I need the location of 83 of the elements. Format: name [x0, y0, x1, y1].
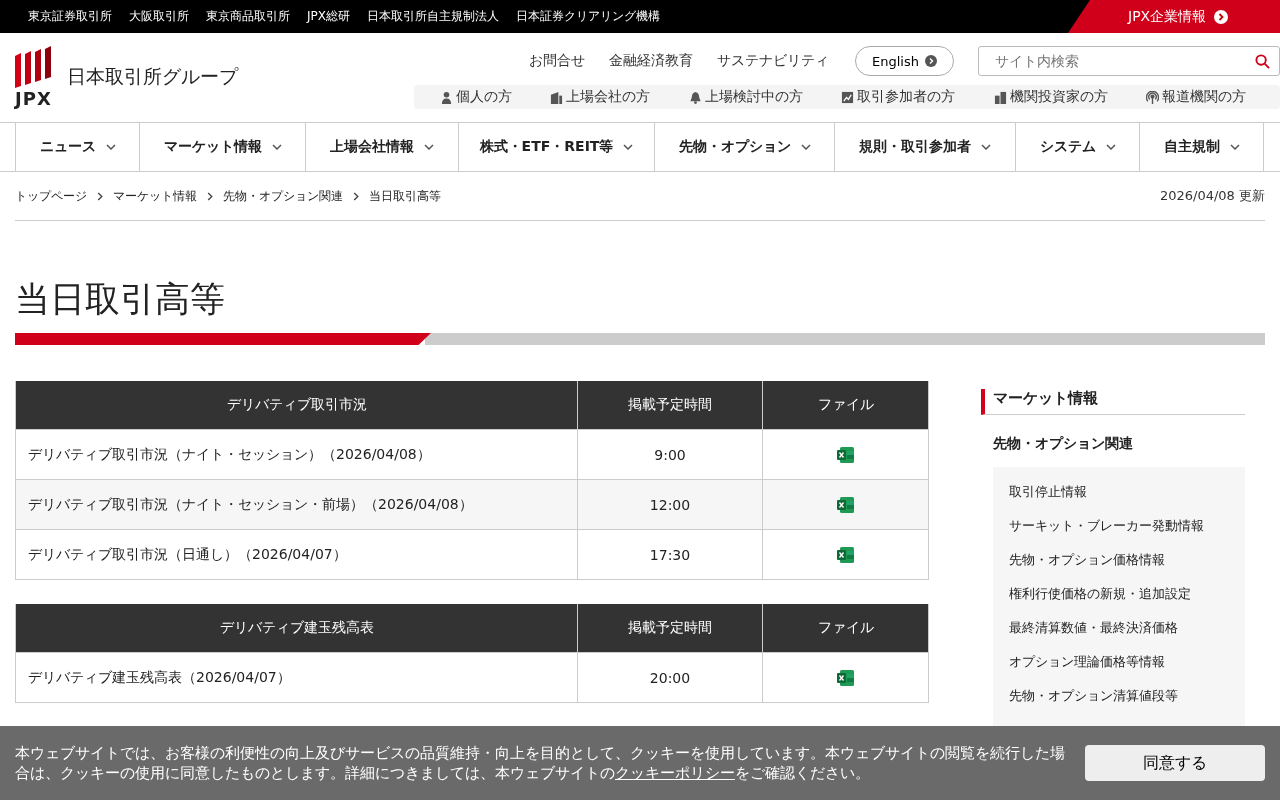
cookie-notice-text: 本ウェブサイトでは、お客様の利便性の向上及びサービスの品質維持・向上を目的として、クッキーを使用しています。本ウェブサイトの閲覧を続行した場合は、クッキーの使用に同意したものとします。詳細につきましては、本ウェブサイトのクッキーポリシーをご確認ください。	[15, 743, 1065, 783]
column-header: ファイル	[762, 604, 929, 653]
chevron-right-icon	[97, 191, 103, 201]
person-icon	[440, 90, 453, 104]
chevron-right-icon	[207, 191, 213, 201]
top-link[interactable]: 東京商品取引所	[206, 8, 290, 25]
top-link[interactable]: 大阪取引所	[129, 8, 189, 25]
nav-menu-item[interactable]: 上場会社情報	[305, 123, 458, 171]
table-cell: デリバティブ取引市況（ナイト・セッション）（2026/04/08）	[15, 429, 578, 480]
caret-icon	[1105, 144, 1116, 150]
chevron-circle-icon	[1214, 9, 1229, 24]
updated-date: 2026/04/08 更新	[1159, 187, 1265, 205]
search-field[interactable]: サイト内検索	[978, 46, 1280, 76]
column-header: 掲載予定時間	[577, 381, 763, 430]
audience-link[interactable]: 取引参加者の方	[841, 88, 956, 106]
spreadsheet-file-icon[interactable]	[836, 668, 855, 687]
chart-icon	[841, 90, 855, 104]
audience-link[interactable]: 上場会社の方	[550, 88, 651, 106]
signal-icon	[1145, 90, 1159, 104]
search-icon	[1255, 54, 1270, 69]
table-cell: デリバティブ取引市況（ナイト・セッション・前場）（2026/04/08）	[15, 479, 578, 530]
top-link[interactable]: JPX総研	[307, 8, 350, 25]
audience-link[interactable]: 個人の方	[440, 88, 512, 106]
table-cell: デリバティブ取引市況（日通し）（2026/04/07）	[15, 529, 578, 580]
sidebar-item[interactable]: 先物・オプション価格情報	[1009, 543, 1229, 577]
spreadsheet-file-icon[interactable]	[836, 495, 855, 514]
bell-icon	[688, 90, 702, 104]
audience-link[interactable]: 機関投資家の方	[993, 88, 1108, 106]
top-link[interactable]: 日本証券クリアリング機構	[516, 8, 660, 25]
caret-icon	[800, 144, 811, 150]
building-icon	[550, 90, 564, 104]
caret-icon	[623, 144, 634, 150]
sidebar-heading: マーケット情報	[981, 389, 1245, 415]
utility-link[interactable]: 金融経済教育	[609, 52, 694, 70]
breadcrumb-link[interactable]: マーケット情報	[113, 187, 197, 205]
logo-text: JPX	[15, 90, 52, 108]
agree-button[interactable]: 同意する	[1085, 745, 1265, 781]
nav-menu-item[interactable]: システム	[1015, 123, 1139, 171]
nav-menu-item[interactable]: 自主規制	[1139, 123, 1264, 171]
column-header: デリバティブ建玉残高表	[15, 604, 578, 653]
chevron-circle-icon	[925, 55, 937, 67]
sidebar-item[interactable]: 先物・オプション清算値段等	[1009, 679, 1229, 713]
spreadsheet-file-icon[interactable]	[836, 445, 855, 464]
sidebar-item[interactable]: 権利行使価格の新規・追加設定	[1009, 577, 1229, 611]
caret-icon	[105, 144, 116, 150]
spreadsheet-file-icon[interactable]	[836, 545, 855, 564]
sidebar-item[interactable]: サーキット・ブレーカー発動情報	[1009, 509, 1229, 543]
sidebar-subheading-link[interactable]: 先物・オプション関連	[981, 415, 1245, 467]
nav-menu-item[interactable]: マーケット情報	[139, 123, 305, 171]
nav-menu-item[interactable]: ニュース	[15, 123, 139, 171]
language-button[interactable]: English	[855, 46, 954, 76]
table-cell: 20:00	[577, 652, 763, 703]
breadcrumb-link[interactable]: 先物・オプション関連	[223, 187, 343, 205]
table-cell: 9:00	[577, 429, 763, 480]
caret-icon	[981, 144, 991, 150]
column-header: ファイル	[762, 381, 929, 430]
table-cell: デリバティブ建玉残高表（2026/04/07）	[15, 652, 578, 703]
audience-link[interactable]: 上場検討中の方	[688, 88, 803, 106]
nav-menu-item[interactable]: 株式・ETF・REIT等	[458, 123, 654, 171]
breadcrumb-link[interactable]: 当日取引高等	[369, 187, 441, 205]
corporate-link[interactable]: JPX企業情報	[1068, 0, 1280, 33]
sidebar-item[interactable]: オプション理論価格等情報	[1009, 645, 1229, 679]
caret-icon	[1229, 144, 1240, 150]
table-cell: 12:00	[577, 479, 763, 530]
chevron-right-icon	[353, 191, 359, 201]
column-header: 掲載予定時間	[577, 604, 763, 653]
table-cell: 17:30	[577, 529, 763, 580]
utility-link[interactable]: お問合せ	[529, 52, 586, 70]
site-name: 日本取引所グループ	[67, 64, 238, 89]
audience-link[interactable]: 報道機関の方	[1145, 88, 1246, 106]
cookie-policy-link[interactable]: クッキーポリシー	[615, 764, 735, 782]
nav-menu-item[interactable]: 規則・取引参加者	[834, 123, 1015, 171]
caret-icon	[424, 144, 434, 150]
nav-menu-item[interactable]: 先物・オプション	[654, 123, 834, 171]
top-link[interactable]: 日本取引所自主規制法人	[367, 8, 499, 25]
column-header: デリバティブ取引市況	[15, 381, 578, 430]
caret-icon	[271, 144, 282, 150]
sidebar-item[interactable]: 最終清算数値・最終決済価格	[1009, 611, 1229, 645]
page-title: 当日取引高等	[15, 278, 226, 321]
utility-link[interactable]: サステナビリティ	[717, 52, 830, 70]
top-link[interactable]: 東京証券取引所	[28, 8, 112, 25]
sidebar-item[interactable]: 取引停止情報	[1009, 475, 1229, 509]
breadcrumb-link[interactable]: トップページ	[15, 187, 87, 205]
